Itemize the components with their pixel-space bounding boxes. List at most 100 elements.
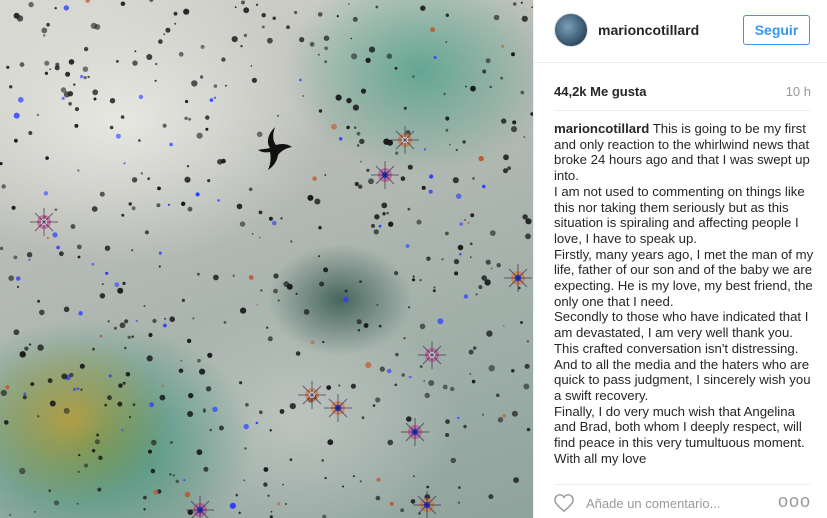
starfield-image	[0, 0, 533, 518]
follow-button[interactable]: Seguir	[743, 15, 810, 45]
more-options-icon[interactable]: ooo	[778, 491, 811, 512]
caption-line: marioncotillard This is going to be my f…	[554, 121, 816, 184]
star	[191, 80, 198, 87]
comment-bar: ooo	[534, 485, 827, 518]
star	[54, 7, 57, 10]
star	[263, 482, 268, 487]
star	[28, 343, 32, 346]
star	[162, 123, 167, 128]
star	[181, 201, 186, 206]
star	[365, 362, 372, 369]
star	[158, 39, 163, 44]
star	[165, 27, 171, 33]
star	[346, 125, 350, 130]
star	[134, 50, 137, 53]
caption-username[interactable]: marioncotillard	[554, 121, 649, 136]
star	[489, 85, 492, 89]
star	[445, 41, 448, 43]
star	[339, 137, 343, 141]
star	[310, 340, 315, 345]
star	[9, 514, 12, 516]
star	[525, 233, 531, 240]
star	[185, 99, 189, 104]
star	[368, 178, 374, 185]
bright-star	[371, 161, 399, 189]
star	[205, 115, 210, 120]
avatar[interactable]	[554, 13, 588, 47]
caption-line: Secondly to those who have indicated tha…	[554, 309, 811, 403]
star	[19, 62, 25, 67]
caption-line: Firstly, many years ago, I met the man o…	[554, 246, 814, 309]
star	[360, 88, 367, 94]
star	[493, 14, 500, 21]
star	[45, 156, 49, 160]
star	[143, 495, 147, 500]
star	[205, 127, 209, 131]
star	[352, 104, 359, 111]
star	[322, 514, 327, 518]
star	[209, 428, 212, 432]
heart-icon[interactable]	[554, 494, 574, 512]
star	[82, 66, 89, 72]
star	[457, 501, 460, 504]
star	[379, 366, 385, 372]
star	[49, 68, 51, 71]
star	[243, 479, 246, 482]
star	[124, 346, 127, 350]
star	[9, 85, 13, 89]
star	[322, 340, 325, 344]
star	[426, 485, 430, 489]
post-time[interactable]: 10 h	[786, 84, 811, 99]
star	[423, 380, 426, 382]
star	[96, 433, 100, 437]
star	[251, 77, 257, 83]
star	[91, 206, 98, 212]
likes-count[interactable]: 44,2k Me gusta	[554, 84, 647, 99]
star	[511, 52, 515, 57]
star	[76, 502, 79, 505]
star	[470, 85, 476, 92]
star	[371, 223, 375, 228]
star	[48, 489, 52, 493]
header-username[interactable]: marioncotillard	[598, 22, 699, 38]
star	[416, 219, 422, 225]
star	[273, 288, 278, 294]
star	[358, 184, 363, 189]
star	[43, 191, 49, 196]
star	[175, 479, 179, 484]
star	[127, 335, 131, 339]
star	[184, 176, 191, 183]
star	[277, 502, 281, 506]
star	[376, 477, 381, 482]
star	[151, 439, 157, 446]
star	[360, 160, 362, 163]
comment-input[interactable]	[586, 494, 766, 512]
star	[423, 148, 427, 151]
star	[276, 114, 279, 117]
star	[78, 454, 81, 457]
star	[469, 373, 472, 375]
star	[317, 255, 321, 258]
star	[403, 106, 407, 110]
star	[63, 407, 70, 414]
star	[456, 193, 462, 199]
post-photo[interactable]	[0, 0, 533, 518]
bright-star	[401, 418, 429, 446]
star	[279, 409, 285, 414]
bright-star	[413, 491, 441, 518]
star	[464, 219, 466, 221]
star	[356, 144, 360, 147]
star	[56, 245, 60, 250]
star	[108, 374, 112, 378]
star	[203, 466, 209, 472]
star	[335, 94, 342, 101]
star	[26, 252, 33, 258]
star	[383, 138, 390, 145]
star	[323, 267, 329, 273]
star	[114, 282, 120, 288]
star	[140, 172, 143, 175]
star	[231, 36, 238, 43]
star	[13, 329, 20, 336]
star	[471, 379, 476, 384]
star	[260, 289, 263, 292]
